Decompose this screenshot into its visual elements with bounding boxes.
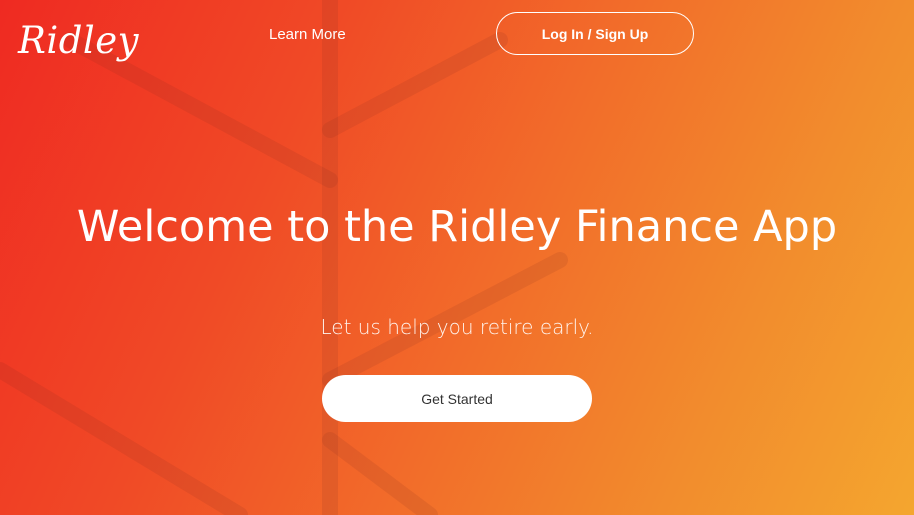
login-signup-button[interactable]: Log In / Sign Up (496, 12, 694, 55)
ridley-logo[interactable]: Ridley (18, 18, 139, 64)
get-started-button[interactable]: Get Started (322, 375, 592, 422)
background-branch-pattern (0, 0, 568, 515)
hero-subtitle: Let us help you retire early. (320, 315, 594, 339)
hero-section: Ridley Learn More Log In / Sign Up Welco… (0, 0, 914, 515)
page-title: Welcome to the Ridley Finance App (76, 202, 838, 252)
learn-more-link[interactable]: Learn More (269, 25, 346, 45)
